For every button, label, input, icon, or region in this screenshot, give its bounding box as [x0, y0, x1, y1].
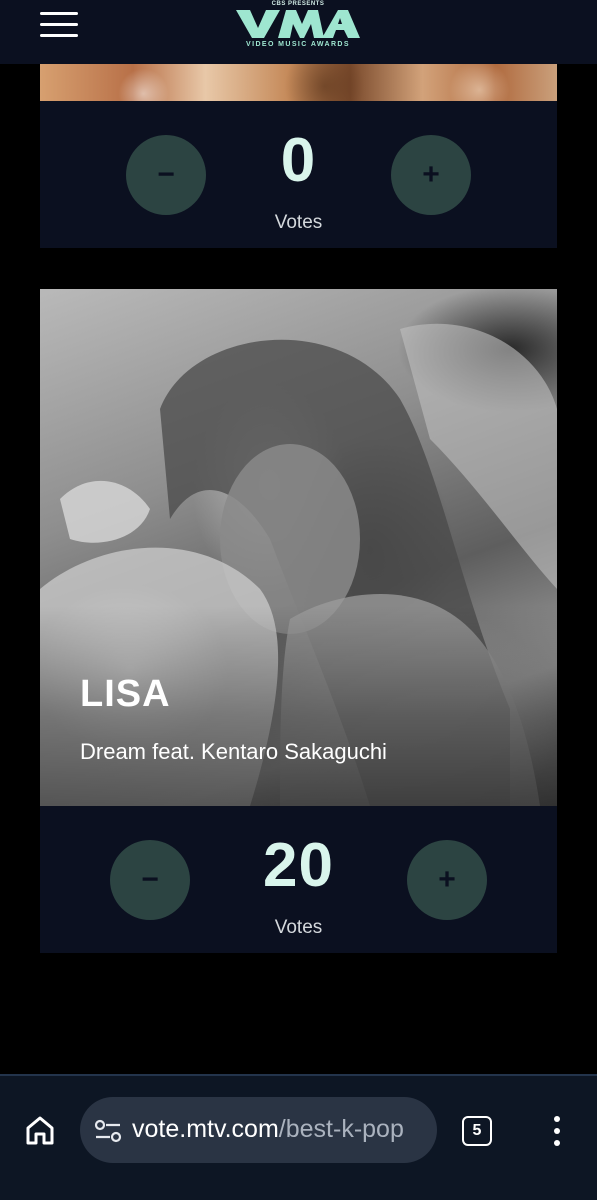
more-vert-icon[interactable] [550, 1116, 564, 1148]
address-bar[interactable]: vote.mtv.com/best-k-pop [80, 1097, 437, 1163]
vma-mark-icon [236, 10, 360, 38]
url-path: /best-k-pop [278, 1115, 404, 1143]
browser-toolbar: vote.mtv.com/best-k-pop 5 [0, 1074, 597, 1200]
home-icon[interactable] [24, 1114, 56, 1146]
vote-count-1: 0 [280, 126, 317, 195]
vote-panel-1: − 0 Votes + [40, 101, 557, 248]
site-header: CBS PRESENTS VIDEO MUSIC AWARDS [0, 0, 597, 64]
logo-cbs-presents: CBS PRESENTS [271, 1, 325, 7]
nominee-image-1 [40, 64, 557, 101]
vote-increment-button-2[interactable]: + [407, 840, 487, 920]
votes-label-1: Votes [274, 212, 323, 233]
hamburger-menu-icon[interactable] [40, 10, 78, 38]
logo-mark [228, 8, 368, 40]
plus-icon: + [422, 158, 440, 191]
nominee-song-title: Dream feat. Kentaro Sakaguchi [80, 739, 387, 764]
tab-switcher-button[interactable]: 5 [462, 1116, 492, 1146]
url-text: vote.mtv.com/best-k-pop [132, 1115, 404, 1144]
votes-label-2: Votes [274, 917, 323, 938]
tune-icon[interactable] [94, 1119, 122, 1143]
vote-panel-2: − 20 Votes + [40, 806, 557, 953]
plus-icon: + [438, 863, 456, 896]
nominee-artist-name: LISA [80, 673, 171, 715]
url-host: vote.mtv.com [132, 1115, 279, 1143]
vma-logo[interactable]: CBS PRESENTS VIDEO MUSIC AWARDS [228, 0, 368, 54]
vote-increment-button-1[interactable]: + [391, 135, 471, 215]
logo-subtitle: VIDEO MUSIC AWARDS [246, 41, 350, 48]
nominee-image-2: LISA Dream feat. Kentaro Sakaguchi [40, 289, 557, 806]
